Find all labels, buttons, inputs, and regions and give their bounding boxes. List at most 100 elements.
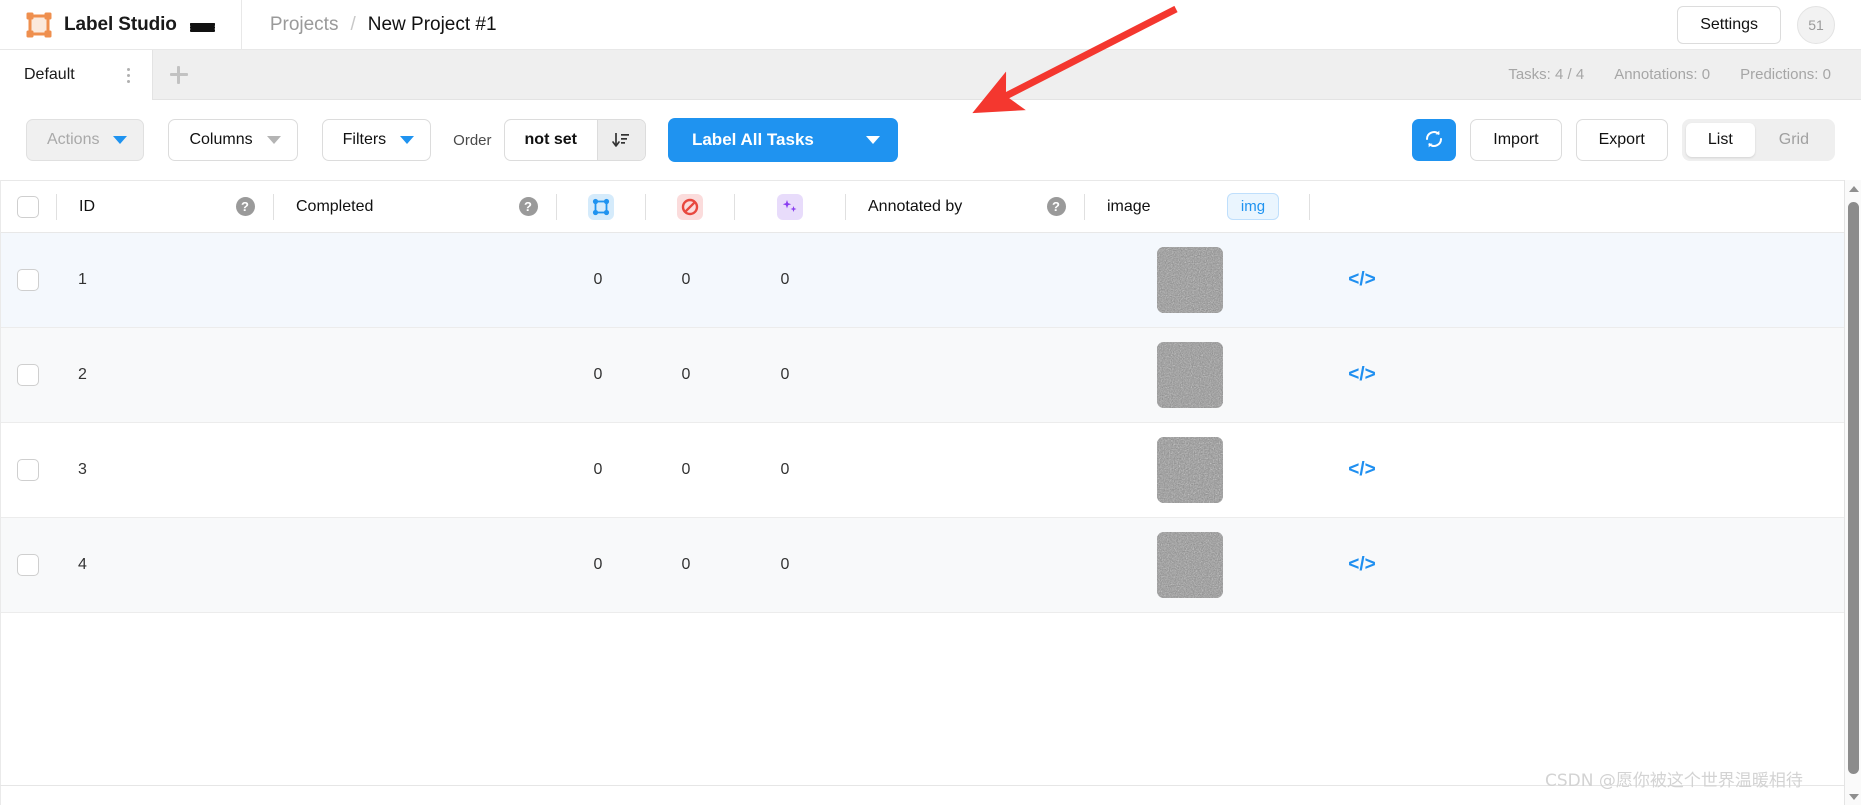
kebab-menu-icon[interactable]: [123, 66, 134, 85]
cell-image: [1078, 437, 1302, 503]
column-header-completed[interactable]: Completed: [274, 181, 500, 233]
table-header-row: ID ? Completed ? Annotated by ? image im…: [0, 181, 1845, 233]
cancelled-icon: [677, 193, 703, 220]
cell-cancelled-value: 0: [681, 461, 691, 478]
view-mode-toggle: List Grid: [1681, 119, 1835, 161]
cell-code: </>: [1302, 539, 1422, 591]
toolbar-right-actions: Import Export List Grid: [1412, 119, 1835, 161]
column-header-image[interactable]: image: [1085, 181, 1197, 233]
table-row[interactable]: 4 0 0 0 </>: [0, 518, 1845, 613]
row-select-cell: [0, 444, 56, 496]
cell-cancelled: 0: [642, 444, 730, 496]
column-header-predictions[interactable]: [735, 181, 845, 233]
row-checkbox[interactable]: [17, 364, 39, 386]
stat-predictions: Predictions: 0: [1740, 66, 1831, 83]
avatar[interactable]: 51: [1797, 5, 1835, 44]
settings-button[interactable]: Settings: [1677, 5, 1781, 44]
image-thumbnail[interactable]: [1157, 437, 1223, 503]
row-checkbox[interactable]: [17, 269, 39, 291]
code-icon[interactable]: </>: [1348, 269, 1375, 291]
help-icon: ?: [235, 197, 255, 216]
label-all-tasks-label: Label All Tasks: [691, 130, 814, 149]
cell-annotations-value: 0: [593, 366, 603, 383]
column-header-id[interactable]: ID: [57, 181, 217, 233]
sort-descending-icon[interactable]: [596, 120, 645, 160]
cell-cancelled: 0: [642, 539, 730, 591]
import-button[interactable]: Import: [1470, 119, 1562, 161]
view-tabbar: Default Tasks: 4 / 4 Annotations: 0 Pred…: [0, 50, 1861, 100]
table-row[interactable]: 1 0 0 0 </>: [0, 233, 1845, 328]
stat-annotations: Annotations: 0: [1614, 66, 1711, 83]
image-thumbnail[interactable]: [1157, 247, 1223, 313]
actions-button[interactable]: Actions: [26, 119, 145, 161]
tab-stats: Tasks: 4 / 4 Annotations: 0 Predictions:…: [1508, 50, 1861, 99]
code-icon[interactable]: </>: [1348, 364, 1375, 386]
cell-id: 1: [56, 254, 216, 306]
brand[interactable]: Label Studio: [0, 0, 177, 50]
view-mode-list[interactable]: List: [1685, 123, 1755, 157]
cell-predictions: 0: [730, 254, 840, 306]
code-icon[interactable]: </>: [1348, 554, 1375, 576]
cell-code: </>: [1302, 349, 1422, 401]
plus-icon: [169, 65, 188, 84]
row-checkbox[interactable]: [17, 554, 39, 576]
cell-completed: [272, 349, 498, 401]
columns-button[interactable]: Columns: [168, 119, 298, 161]
cell-completed: [272, 539, 498, 591]
row-select-cell: [0, 349, 56, 401]
cell-cancelled-value: 0: [681, 271, 691, 288]
cell-annotations-value: 0: [593, 271, 603, 288]
view-mode-grid[interactable]: Grid: [1757, 123, 1831, 157]
tab-default[interactable]: Default: [0, 50, 153, 100]
hamburger-menu-icon[interactable]: [177, 0, 229, 50]
cell-annotated-by: [840, 254, 1022, 306]
cell-predictions-value: 0: [780, 271, 790, 288]
breadcrumb-projects[interactable]: Projects: [270, 14, 339, 36]
scroll-down-arrow-icon[interactable]: [1845, 788, 1861, 805]
tasks-table: ID ? Completed ? Annotated by ? image im…: [0, 180, 1845, 785]
scrollbar-thumb[interactable]: [1848, 202, 1859, 774]
image-thumbnail[interactable]: [1157, 532, 1223, 598]
cell-annotations: 0: [554, 539, 642, 591]
column-header-cancelled[interactable]: [646, 181, 734, 233]
cell-id-value: 1: [78, 271, 87, 288]
column-help-id[interactable]: ?: [217, 181, 273, 233]
cell-predictions-value: 0: [780, 556, 790, 573]
table-row[interactable]: 3 0 0 0 </>: [0, 423, 1845, 518]
column-header-annotations[interactable]: [557, 181, 645, 233]
annotations-icon: [588, 193, 614, 220]
image-thumbnail[interactable]: [1157, 342, 1223, 408]
add-tab-button[interactable]: [153, 50, 205, 99]
chevron-down-icon: [266, 136, 281, 144]
export-button[interactable]: Export: [1575, 119, 1668, 161]
order-value[interactable]: not set: [505, 120, 597, 160]
label-all-tasks-button[interactable]: Label All Tasks: [667, 118, 898, 162]
cell-cancelled-value: 0: [681, 556, 691, 573]
column-header-annotated-by[interactable]: Annotated by: [846, 181, 1028, 233]
cell-annotated-by: [840, 539, 1022, 591]
column-help-completed[interactable]: ?: [500, 181, 556, 233]
scroll-up-arrow-icon[interactable]: [1845, 180, 1861, 197]
img-type-tag[interactable]: img: [1226, 193, 1280, 220]
refresh-icon: [1423, 128, 1445, 153]
code-icon[interactable]: </>: [1348, 459, 1375, 481]
vertical-scrollbar[interactable]: [1844, 180, 1861, 805]
refresh-button[interactable]: [1412, 119, 1457, 161]
breadcrumb: Projects / New Project #1: [242, 14, 497, 36]
table-row[interactable]: 2 0 0 0 </>: [0, 328, 1845, 423]
export-label: Export: [1598, 131, 1645, 148]
cell-id-value: 3: [78, 461, 87, 478]
column-help-annotated-by[interactable]: ?: [1028, 181, 1084, 233]
select-all-checkbox[interactable]: [17, 195, 39, 218]
chevron-down-icon: [865, 136, 880, 144]
row-checkbox[interactable]: [17, 459, 39, 481]
cell-predictions-value: 0: [780, 461, 790, 478]
filters-button[interactable]: Filters: [321, 119, 432, 161]
